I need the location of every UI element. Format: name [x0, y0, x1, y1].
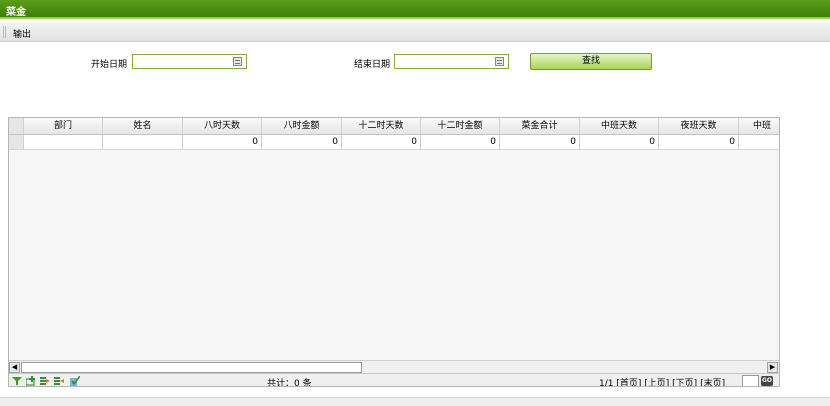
table-cell[interactable]: 0 — [183, 135, 262, 149]
table-cell[interactable]: 0 — [500, 135, 580, 149]
scroll-left-icon[interactable]: ◀ — [9, 362, 20, 373]
status-footer — [0, 397, 830, 406]
start-date-field[interactable] — [132, 54, 247, 69]
grid-pager: 共计：0 条 1/1 [首页] [上页] [下页] [末页] GO — [9, 373, 779, 387]
table-cell[interactable]: 0 — [262, 135, 342, 149]
column-header[interactable]: 十二时天数 — [342, 118, 421, 134]
end-date-label: 结束日期 — [354, 60, 391, 70]
page-nav: 1/1 [首页] [上页] [下页] [末页] — [599, 376, 725, 387]
next-page-link[interactable]: [下页] — [672, 379, 697, 386]
toolbar: 输出 — [0, 22, 830, 42]
column-header[interactable]: 中班 — [739, 118, 779, 134]
column-header[interactable]: 十二时金额 — [421, 118, 500, 134]
record-count: 共计：0 条 — [267, 379, 312, 387]
table-row[interactable]: 0 0 0 0 0 0 0 — [9, 135, 779, 150]
column-header[interactable]: 菜金合计 — [500, 118, 580, 134]
grid-header: 部门 姓名 八时天数 八时金额 十二时天数 十二时金额 菜金合计 中班天数 夜班… — [9, 118, 779, 135]
scrollbar-thumb[interactable] — [21, 362, 362, 373]
delete-row-icon[interactable] — [54, 376, 64, 386]
last-page-link[interactable]: [末页] — [700, 379, 725, 386]
calendar-icon[interactable] — [233, 57, 242, 66]
table-cell[interactable]: 0 — [659, 135, 739, 149]
column-header[interactable]: 夜班天数 — [659, 118, 739, 134]
export-button[interactable]: 输出 — [13, 27, 31, 40]
go-button[interactable]: GO — [761, 376, 773, 386]
table-cell[interactable] — [24, 135, 103, 149]
prev-page-link[interactable]: [上页] — [644, 379, 669, 386]
column-header[interactable]: 姓名 — [103, 118, 183, 134]
data-grid: 部门 姓名 八时天数 八时金额 十二时天数 十二时金额 菜金合计 中班天数 夜班… — [8, 117, 780, 387]
calendar-icon[interactable] — [495, 57, 504, 66]
page-info: 1/1 — [599, 379, 614, 387]
column-header[interactable]: 中班天数 — [580, 118, 659, 134]
table-cell[interactable] — [739, 135, 779, 149]
refresh-icon[interactable] — [70, 376, 80, 386]
first-page-link[interactable]: [首页] — [616, 379, 641, 386]
scroll-right-icon[interactable]: ▶ — [767, 362, 778, 373]
table-cell[interactable]: 0 — [580, 135, 659, 149]
start-date-label: 开始日期 — [91, 60, 128, 70]
column-header[interactable]: 部门 — [24, 118, 103, 134]
row-number-header — [9, 118, 24, 134]
page-number-input[interactable] — [742, 375, 759, 386]
horizontal-scrollbar[interactable]: ◀ ▶ — [9, 360, 779, 373]
end-date-field[interactable] — [394, 54, 509, 69]
table-cell[interactable] — [103, 135, 183, 149]
column-header[interactable]: 八时金额 — [262, 118, 342, 134]
table-cell[interactable]: 0 — [421, 135, 500, 149]
insert-row-icon[interactable] — [40, 376, 50, 386]
filter-icon[interactable] — [12, 376, 22, 386]
search-button[interactable]: 查找 — [530, 53, 652, 70]
add-row-icon[interactable] — [26, 376, 36, 386]
window-title: 菜金 — [6, 7, 26, 18]
title-bar: 菜金 — [0, 0, 830, 19]
row-number-cell — [9, 135, 24, 149]
toolbar-grip — [3, 26, 6, 38]
column-header[interactable]: 八时天数 — [183, 118, 262, 134]
table-cell[interactable]: 0 — [342, 135, 421, 149]
